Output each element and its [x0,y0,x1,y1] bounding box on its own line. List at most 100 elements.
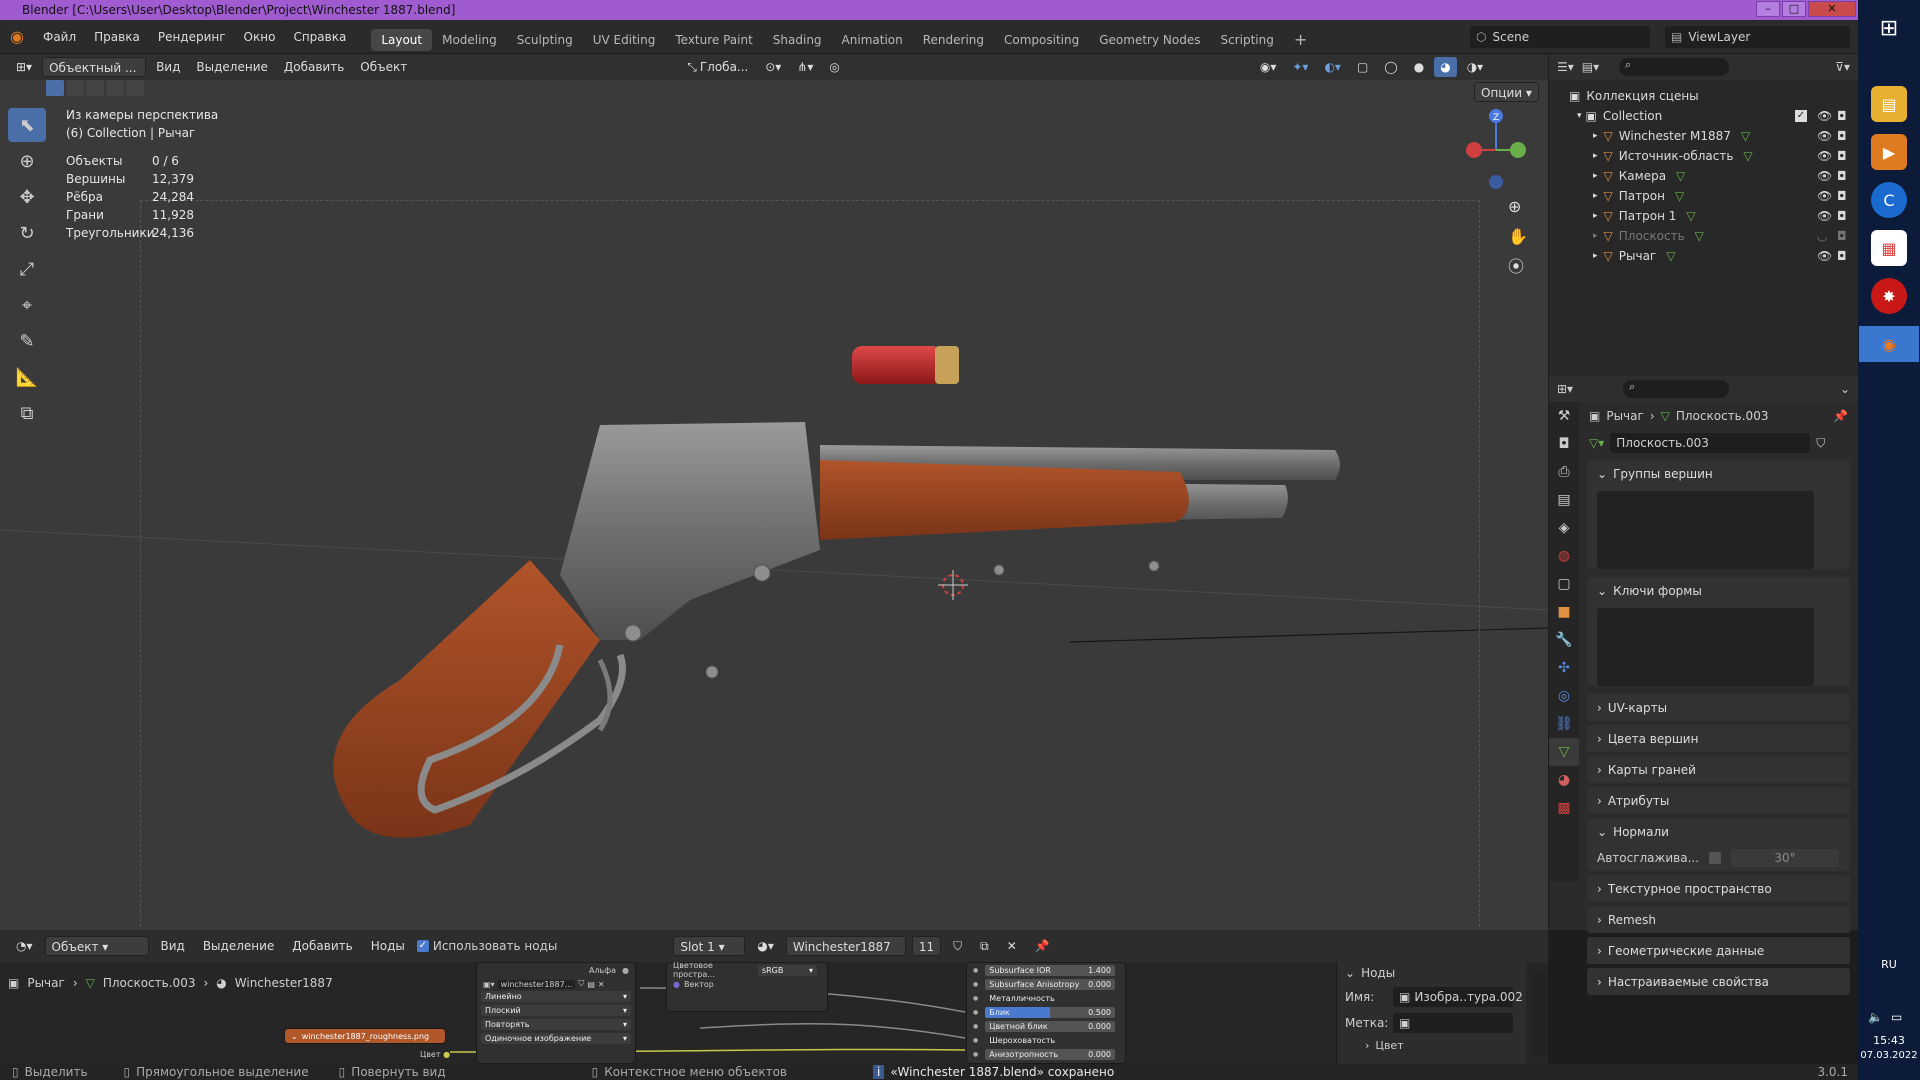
node-menu-add[interactable]: Добавить [286,936,358,956]
bsdf-value-field[interactable]: Subsurface IOR 1.400 [985,964,1115,976]
use-nodes-checkbox[interactable]: ✓ [416,940,429,952]
bsdf-input-row[interactable]: ● Анизотропность 0.000 [967,1047,1125,1061]
bsdf-value-field[interactable]: Шероховатость [985,1035,1115,1046]
editor-type-icon[interactable]: ⊞▾ [10,57,38,77]
solid-shading-icon[interactable]: ● [1408,57,1430,77]
panel-vertex-colors[interactable]: › Цвета вершин [1587,725,1850,752]
panel-header[interactable]: ⌄ Нормали [1587,818,1850,845]
expand-arrow-icon[interactable]: ▸ [1593,171,1598,181]
outliner-item[interactable]: ▸ ▽ Рычаг ▽ 👁 ◘ [1549,246,1858,266]
bsdf-input-row[interactable]: ● Subsurface Anisotropy 0.000 [967,977,1125,991]
mesh-data-icon[interactable]: ▽ [1743,149,1752,163]
render-camera-icon[interactable]: ◘ [1837,109,1847,123]
menu-window[interactable]: Окно [235,20,285,54]
autosmooth-angle-field[interactable]: 30° [1731,849,1840,867]
scene-tab-icon[interactable]: ◈ [1549,514,1579,542]
menu-file[interactable]: Файл [34,20,85,54]
select-invert-icon[interactable] [106,80,124,96]
tool-tab-icon[interactable]: ⚒ [1549,402,1579,430]
outliner-item[interactable]: ▸ ▽ Winchester M1887 ▽ 👁 ◘ [1549,126,1858,146]
image-datablock-row[interactable]: ▣▾ winchester1887... ⛉ ▤ ✕ [477,977,635,991]
side-panel-tabs[interactable] [1530,970,1546,1056]
visibility-eye-icon[interactable]: 👁 [1817,189,1832,203]
node-menu-node[interactable]: Ноды [365,936,411,956]
outliner-item[interactable]: ▸ ▽ Плоскость ▽ ◡ ◘ [1549,226,1858,246]
bsdf-value-field[interactable]: Блик 0.500 [985,1006,1115,1018]
properties-search-input[interactable]: ⌕ [1623,380,1730,398]
panel-face-maps[interactable]: › Карты граней [1587,756,1850,783]
mesh-data-icon[interactable]: ▽ [1741,129,1750,143]
input-socket[interactable]: ● [973,1009,978,1016]
tab-geometry-nodes[interactable]: Geometry Nodes [1089,29,1210,51]
particles-tab-icon[interactable]: ✣ [1549,654,1579,682]
cursor-tool-icon[interactable]: ⊕ [8,144,46,178]
expand-arrow-icon[interactable]: ▸ [1593,131,1598,141]
visibility-eye-icon[interactable]: 👁 [1817,149,1832,163]
proportional-edit-icon[interactable]: ◎ [823,57,845,77]
close-button[interactable]: ✕ [1808,1,1856,17]
panel-remesh[interactable]: › Remesh [1587,906,1850,933]
color-space-dropdown[interactable]: sRGB ▾ [757,964,817,976]
input-socket[interactable]: ● [973,1037,978,1044]
wireframe-shading-icon[interactable]: ◯ [1378,57,1403,77]
node-name-field[interactable]: ▣ Изобра..тура.002 [1393,987,1523,1007]
visibility-eye-icon[interactable]: 👁 [1817,169,1832,183]
expand-arrow-icon[interactable]: ▸ [1593,211,1598,221]
transform-tool-icon[interactable]: ⌖ [8,288,46,322]
render-camera-icon[interactable]: ◘ [1837,209,1847,223]
bsdf-input-row[interactable]: ● Цветной блик 0.000 [967,1019,1125,1033]
xray-icon[interactable]: ▢ [1351,57,1374,77]
menu-object[interactable]: Объект [354,57,413,77]
node-menu-select[interactable]: Выделение [197,936,280,956]
bsdf-value-field[interactable]: Цветной блик 0.000 [985,1020,1115,1032]
visibility-eye-icon[interactable]: ◡ [1817,229,1827,243]
outliner-search-input[interactable]: ⌕ [1619,58,1730,76]
tab-animation[interactable]: Animation [832,29,913,51]
select-extend-icon[interactable] [66,80,84,96]
expand-arrow-icon[interactable]: ▸ [1593,191,1598,201]
red-app-icon[interactable]: ✸ [1871,278,1907,314]
mesh-data-tab-icon[interactable]: ▽ [1549,738,1579,766]
color-space-node[interactable]: Цветовое простра... sRGB ▾ ● Вектор [666,961,828,1012]
menu-render[interactable]: Рендеринг [149,20,235,54]
scene-selector[interactable]: ⬡ Scene [1470,26,1650,48]
visibility-eye-icon[interactable]: 👁 [1817,209,1832,223]
panel-header[interactable]: ⌄ Ключи формы [1587,577,1850,604]
blender-logo-icon[interactable]: ◉ [0,27,34,46]
panel-texture-space[interactable]: › Текстурное пространство [1587,875,1850,902]
gizmo-icon[interactable]: ✦▾ [1286,57,1314,77]
tab-uv-editing[interactable]: UV Editing [583,29,666,51]
panel-header[interactable]: ⌄ Группы вершин [1587,460,1850,487]
unlink-icon[interactable]: ✕ [1001,936,1023,956]
viewlayer-selector[interactable]: ▤ ViewLayer [1665,26,1850,48]
outliner-item[interactable]: ▸ ▽ Источник-область ▽ 👁 ◘ [1549,146,1858,166]
move-tool-icon[interactable]: ✥ [8,180,46,214]
maximize-button[interactable]: □ [1782,1,1806,17]
interpolation-dropdown[interactable]: Линейно ▾ [481,991,631,1002]
physics-tab-icon[interactable]: ◎ [1549,682,1579,710]
vertex-groups-list[interactable] [1597,491,1814,569]
add-workspace-icon[interactable]: + [1284,29,1317,51]
fake-user-shield-icon[interactable]: ⛉ [947,936,968,956]
material-name-field[interactable]: Winchester1887 [785,936,906,956]
panel-geometry-data[interactable]: › Геометрические данные [1587,937,1850,964]
file-explorer-icon[interactable]: ▤ [1871,86,1907,122]
filter-icon[interactable]: ⊽▾ [1835,60,1850,74]
blender-taskbar-icon[interactable]: ◉ [1859,326,1919,362]
scale-tool-icon[interactable]: ⤢ [8,252,46,286]
output-tab-icon[interactable]: ⎙ [1549,458,1579,486]
fake-user-shield-icon[interactable]: ⛉ [1816,436,1825,451]
menu-select[interactable]: Выделение [190,57,273,77]
node-menu-view[interactable]: Вид [155,936,191,956]
tab-rendering[interactable]: Rendering [913,29,994,51]
input-socket[interactable]: ● [973,981,978,988]
world-tab-icon[interactable]: ◍ [1549,542,1579,570]
exclude-checkbox[interactable]: ✓ [1795,110,1807,122]
visibility-eye-icon[interactable]: 👁 [1817,129,1832,143]
mesh-data-icon[interactable]: ▽▾ [1589,436,1604,450]
outliner-item[interactable]: ▸ ▽ Камера ▽ 👁 ◘ [1549,166,1858,186]
properties-editor-icon[interactable]: ⊞▾ [1557,382,1573,396]
mesh-data-icon[interactable]: ▽ [1686,209,1695,223]
outliner-item[interactable]: ▸ ▽ Патрон 1 ▽ 👁 ◘ [1549,206,1858,226]
measure-tool-icon[interactable]: 📐 [8,360,46,394]
